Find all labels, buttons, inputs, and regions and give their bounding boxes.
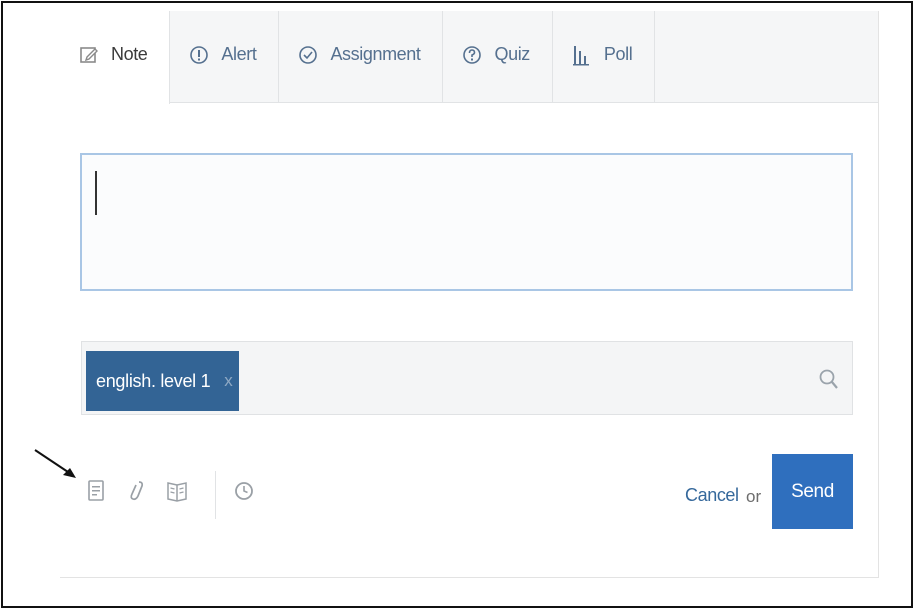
post-composer: Note Alert Assignment Quiz Poll english.… — [60, 11, 879, 578]
alert-icon — [189, 44, 209, 66]
note-textarea[interactable] — [80, 153, 853, 291]
tab-alert[interactable]: Alert — [170, 11, 280, 103]
screenshot-frame: Note Alert Assignment Quiz Poll english.… — [1, 1, 913, 608]
text-caret — [95, 171, 97, 215]
recipients-input[interactable]: english. level 1 x — [81, 341, 853, 415]
note-icon — [79, 44, 99, 66]
tab-label: Note — [111, 44, 148, 64]
tab-label: Quiz — [494, 44, 530, 64]
tab-label: Assignment — [330, 44, 421, 64]
tab-quiz[interactable]: Quiz — [443, 11, 553, 103]
post-type-tabs: Note Alert Assignment Quiz Poll — [60, 11, 878, 104]
assignment-icon — [298, 44, 318, 66]
file-icon[interactable] — [85, 478, 107, 504]
poll-icon — [572, 44, 592, 66]
tab-poll[interactable]: Poll — [553, 11, 656, 103]
send-button[interactable]: Send — [772, 454, 853, 529]
recipient-chip-label: english. level 1 — [96, 370, 211, 391]
recipient-chip[interactable]: english. level 1 x — [86, 351, 239, 411]
search-icon[interactable] — [818, 368, 840, 392]
tab-label: Alert — [221, 44, 257, 64]
tabs-filler — [655, 11, 878, 103]
tab-label: Poll — [603, 44, 633, 64]
tab-assignment[interactable]: Assignment — [279, 11, 444, 103]
tab-note[interactable]: Note — [60, 11, 171, 104]
recipient-chip-remove[interactable]: x — [224, 371, 233, 391]
annotation-arrow-icon — [34, 449, 76, 478]
toolbar-divider — [215, 471, 216, 519]
link-icon[interactable] — [126, 478, 148, 504]
or-text: or — [746, 487, 762, 506]
quiz-icon — [462, 44, 482, 66]
library-icon[interactable] — [166, 478, 188, 504]
schedule-icon[interactable] — [233, 478, 255, 504]
cancel-link[interactable]: Cancel — [685, 485, 739, 506]
